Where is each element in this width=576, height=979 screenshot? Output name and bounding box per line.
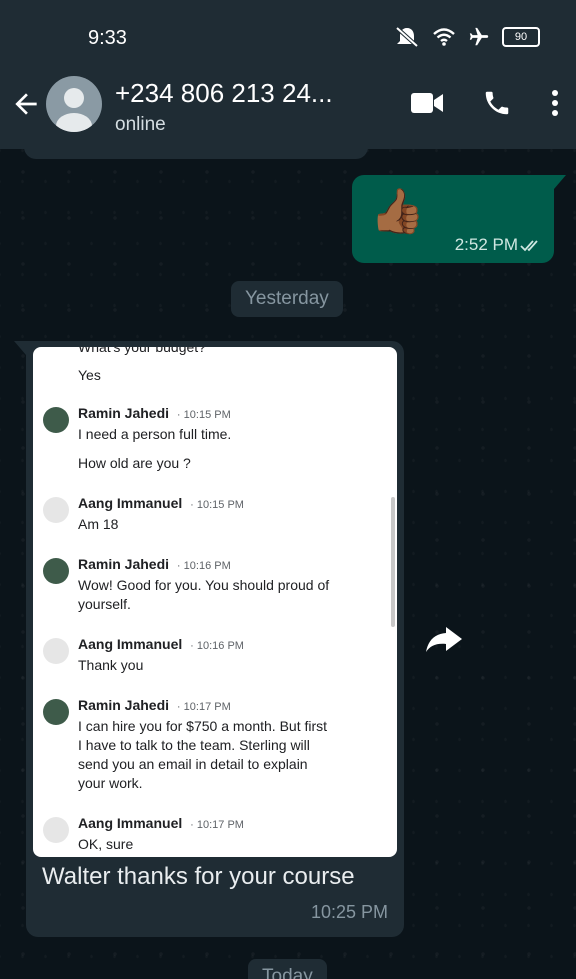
sender-name: Aang Immanuel (78, 495, 183, 511)
battery-icon: 90 (502, 27, 540, 47)
status-time: 9:33 (88, 27, 127, 49)
chat-header: +234 806 213 24... online (0, 72, 576, 149)
screenshot-cut-line: What's your budget? (78, 347, 206, 355)
message-line: yourself. (78, 596, 131, 612)
message-line: send you an email in detail to explain (78, 756, 308, 772)
contact-avatar[interactable] (46, 76, 102, 132)
avatar (43, 699, 69, 725)
date-divider-today: Today (248, 959, 327, 979)
video-call-icon[interactable] (410, 90, 444, 116)
message-line: I have to talk to the team. Sterling wil… (78, 737, 310, 753)
message-caption: Walter thanks for your course (42, 863, 355, 890)
message-line: I need a person full time. (78, 426, 232, 442)
contact-name[interactable]: +234 806 213 24... (115, 78, 365, 109)
avatar (43, 638, 69, 664)
phone-icon[interactable] (482, 88, 512, 118)
sender-name: Ramin Jahedi (78, 556, 170, 572)
header-actions (410, 88, 560, 118)
message-time: 10:17 PM (183, 701, 231, 713)
status-bar: 9:33 90 (0, 0, 576, 72)
message-line: How old are you ? (78, 455, 191, 471)
screenshot-line: Yes (78, 367, 101, 383)
message-line: Wow! Good for you. You should proud of (78, 577, 330, 593)
chat-area[interactable]: 👍🏾 2:52 PM Yesterday What's your budget?… (0, 149, 576, 979)
sender-name: Aang Immanuel (78, 815, 183, 831)
date-divider-yesterday: Yesterday (231, 281, 343, 317)
forward-icon[interactable] (418, 619, 468, 659)
message-line: Thank you (78, 657, 144, 673)
status-icons: 90 (394, 26, 540, 48)
default-avatar-icon (56, 88, 92, 132)
sender-name: Ramin Jahedi (78, 405, 170, 421)
previous-message-bubble (24, 149, 368, 159)
shared-screenshot-image[interactable]: What's your budget? Yes Ramin Jahedi · 1… (33, 347, 397, 857)
avatar (43, 497, 69, 523)
message-line: OK, sure (78, 836, 134, 852)
message-time: 2:52 PM (454, 235, 518, 254)
message-line: Am 18 (78, 516, 119, 532)
thumbs-up-emoji: 👍🏾 (370, 187, 425, 236)
incoming-message[interactable]: What's your budget? Yes Ramin Jahedi · 1… (14, 341, 404, 937)
message-time: 10:16 PM (183, 560, 231, 572)
airplane-icon (469, 27, 489, 46)
message-time: 10:25 PM (310, 902, 388, 922)
screenshot-scrollbar (391, 497, 395, 627)
message-time: 10:15 PM (183, 409, 231, 421)
outgoing-message[interactable]: 👍🏾 2:52 PM (352, 175, 566, 263)
mute-icon (395, 26, 419, 48)
sender-name: Ramin Jahedi (78, 697, 170, 713)
double-tick-icon (520, 240, 538, 252)
back-arrow-icon[interactable] (10, 88, 42, 120)
message-time: 10:16 PM (196, 640, 244, 652)
contact-status: online (115, 114, 166, 135)
sender-name: Aang Immanuel (78, 636, 183, 652)
more-vert-icon[interactable] (550, 89, 560, 117)
message-time: 10:15 PM (196, 499, 244, 511)
avatar (43, 558, 69, 584)
message-time: 10:17 PM (196, 819, 244, 831)
avatar (43, 817, 69, 843)
wifi-icon (433, 28, 455, 46)
avatar (43, 407, 69, 433)
message-line: I can hire you for $750 a month. But fir… (78, 718, 328, 734)
message-line: your work. (78, 775, 143, 791)
